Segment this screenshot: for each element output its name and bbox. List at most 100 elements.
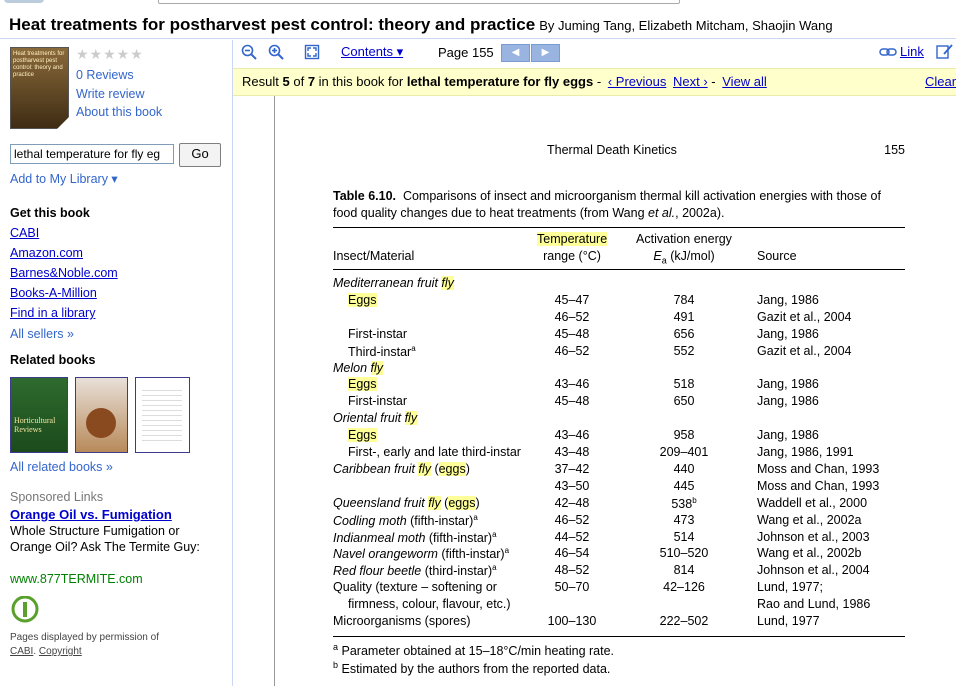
header-temperature-text: Temperature xyxy=(537,232,608,246)
energy-value: 958 xyxy=(673,428,695,443)
zoom-in-icon[interactable] xyxy=(268,44,284,60)
cell-insect-material: Red flour beetle (third-instar)a xyxy=(333,563,497,578)
link-button[interactable]: Link xyxy=(900,44,924,59)
cell-activation-energy: 209–401 xyxy=(629,445,739,459)
edit-icon[interactable] xyxy=(936,44,954,60)
table-top-rule xyxy=(333,227,905,228)
footnote-a-text: Parameter obtained at 15–18°C/min heatin… xyxy=(341,644,615,659)
add-to-library-link[interactable]: Add to My Library ▾ xyxy=(10,171,118,186)
footnote-marker: a xyxy=(492,563,497,573)
next-result-link[interactable]: Next › xyxy=(673,74,708,89)
previous-page-button[interactable]: ◀ xyxy=(501,44,530,62)
seller-link-amazon[interactable]: Amazon.com xyxy=(10,246,83,260)
row-label: First-instar xyxy=(348,326,408,341)
footnote-b: b Estimated by the authors from the repo… xyxy=(333,660,611,677)
cell-activation-energy: 514 xyxy=(629,530,739,544)
cell-temperature-range: 45–47 xyxy=(554,292,590,307)
cell-insect-material: Eggs xyxy=(348,292,377,307)
cell-temperature-range: 43–48 xyxy=(554,445,590,459)
publisher-logo-icon[interactable] xyxy=(10,596,40,626)
energy-value: 814 xyxy=(673,563,695,578)
cell-activation-energy: 440 xyxy=(629,462,739,476)
row-label: Oriental fruit xyxy=(333,411,405,426)
result-mid: in this book for xyxy=(318,74,404,89)
cell-source: Johnson et al., 2003 xyxy=(757,529,870,544)
clear-search-link[interactable]: Clear xyxy=(925,74,956,89)
fullscreen-icon[interactable] xyxy=(304,44,320,60)
reviews-link[interactable]: 0 Reviews xyxy=(76,68,134,82)
row-label: Mediterranean fruit xyxy=(333,276,442,290)
cover-page-curl xyxy=(57,117,69,129)
row-label: Codling moth xyxy=(333,513,407,528)
view-all-link[interactable]: View all xyxy=(722,74,767,89)
cell-activation-energy: 656 xyxy=(629,327,739,341)
energy-value: 514 xyxy=(673,529,695,544)
footnote-marker: a xyxy=(504,546,510,556)
footnote-b-text: Estimated by the authors from the report… xyxy=(341,662,611,677)
header-temperature: Temperature xyxy=(537,232,608,246)
seller-link-books-a-million[interactable]: Books-A-Million xyxy=(10,286,97,300)
related-book-cover-1[interactable]: Horticultural Reviews xyxy=(10,377,68,453)
book-page: Thermal Death Kinetics 155 Table 6.10. C… xyxy=(333,96,908,686)
cell-insect-material: First-instar xyxy=(348,394,407,408)
highlighted-term: fly xyxy=(441,276,454,290)
header-range: range (°C) xyxy=(543,249,601,263)
next-page-button[interactable]: ▶ xyxy=(531,44,560,62)
cell-insect-material: Navel orangeworm (fifth-instar)a xyxy=(333,546,509,561)
related-book-1-title: Horticultural Reviews xyxy=(14,416,56,434)
get-book-heading: Get this book xyxy=(10,206,90,220)
cell-activation-energy: 222–502 xyxy=(629,614,739,628)
footnote-marker: b xyxy=(692,495,697,505)
rating-stars-icon[interactable]: ★★★★★ xyxy=(76,46,144,63)
previous-result-link[interactable]: ‹ Previous xyxy=(608,74,667,89)
book-authors: By Juming Tang, Elizabeth Mitcham, Shaoj… xyxy=(539,18,833,33)
link-chain-icon[interactable] xyxy=(879,47,897,57)
row-label-detail: (fifth-instar) xyxy=(437,547,505,562)
cell-source: Johnson et al., 2004 xyxy=(757,563,870,578)
related-book-cover-3[interactable] xyxy=(135,377,190,453)
cell-source: Wang et al., 2002b xyxy=(757,546,862,561)
table-bottom-rule xyxy=(333,636,905,637)
search-in-book-input[interactable] xyxy=(10,144,174,164)
book-cover[interactable]: Heat treatments for postharvest pest con… xyxy=(10,47,69,129)
ad-url[interactable]: www.877TERMITE.com xyxy=(10,572,143,586)
write-review-link[interactable]: Write review xyxy=(76,87,145,101)
page-left-edge xyxy=(274,96,275,686)
cell-activation-energy: 42–126 xyxy=(629,580,739,594)
contents-menu[interactable]: Contents ▾ xyxy=(341,44,403,60)
header-rule xyxy=(333,269,905,270)
result-sep-2: - xyxy=(711,74,716,89)
go-button[interactable]: Go xyxy=(179,143,221,167)
result-summary: Result 5 of 7 in this book for lethal te… xyxy=(242,74,767,89)
cell-insect-material: Queensland fruit fly (eggs) xyxy=(333,495,480,510)
ad-title-link[interactable]: Orange Oil vs. Fumigation xyxy=(10,507,172,522)
find-in-library-link[interactable]: Find in a library xyxy=(10,306,95,320)
sidebar: Heat treatments for postharvest pest con… xyxy=(0,40,233,686)
energy-value: 209–401 xyxy=(659,445,709,459)
header-energy-unit: Ea (kJ/mol) xyxy=(629,249,739,266)
result-of: of xyxy=(293,74,305,89)
cell-source: Moss and Chan, 1993 xyxy=(757,478,880,493)
cell-source: Moss and Chan, 1993 xyxy=(757,461,880,476)
zoom-out-icon[interactable] xyxy=(241,44,257,60)
cell-temperature-range: 45–48 xyxy=(554,394,590,409)
related-book-3-lines xyxy=(142,386,182,442)
copyright-link[interactable]: Copyright xyxy=(39,646,82,657)
related-books-heading: Related books xyxy=(10,353,96,367)
cell-insect-material: Microorganisms (spores) xyxy=(333,614,471,628)
all-sellers-link[interactable]: All sellers » xyxy=(10,327,74,341)
seller-link-barnes-noble[interactable]: Barnes&Noble.com xyxy=(10,266,118,280)
header-source: Source xyxy=(757,249,797,263)
cell-source: Lund, 1977; xyxy=(757,580,824,595)
search-result-bar: Result 5 of 7 in this book for lethal te… xyxy=(233,68,956,96)
page-number: 155 xyxy=(884,143,905,157)
about-book-link[interactable]: About this book xyxy=(76,105,162,119)
all-related-books-link[interactable]: All related books » xyxy=(10,460,113,474)
energy-value: 656 xyxy=(673,326,695,341)
seller-link-cabi[interactable]: CABI xyxy=(10,226,39,240)
publisher-link[interactable]: CABI xyxy=(10,646,33,657)
related-book-cover-2[interactable] xyxy=(75,377,128,453)
cell-temperature-range: 46–52 xyxy=(554,309,590,324)
row-label: Queensland fruit xyxy=(333,495,429,510)
top-strip-field xyxy=(158,0,680,4)
